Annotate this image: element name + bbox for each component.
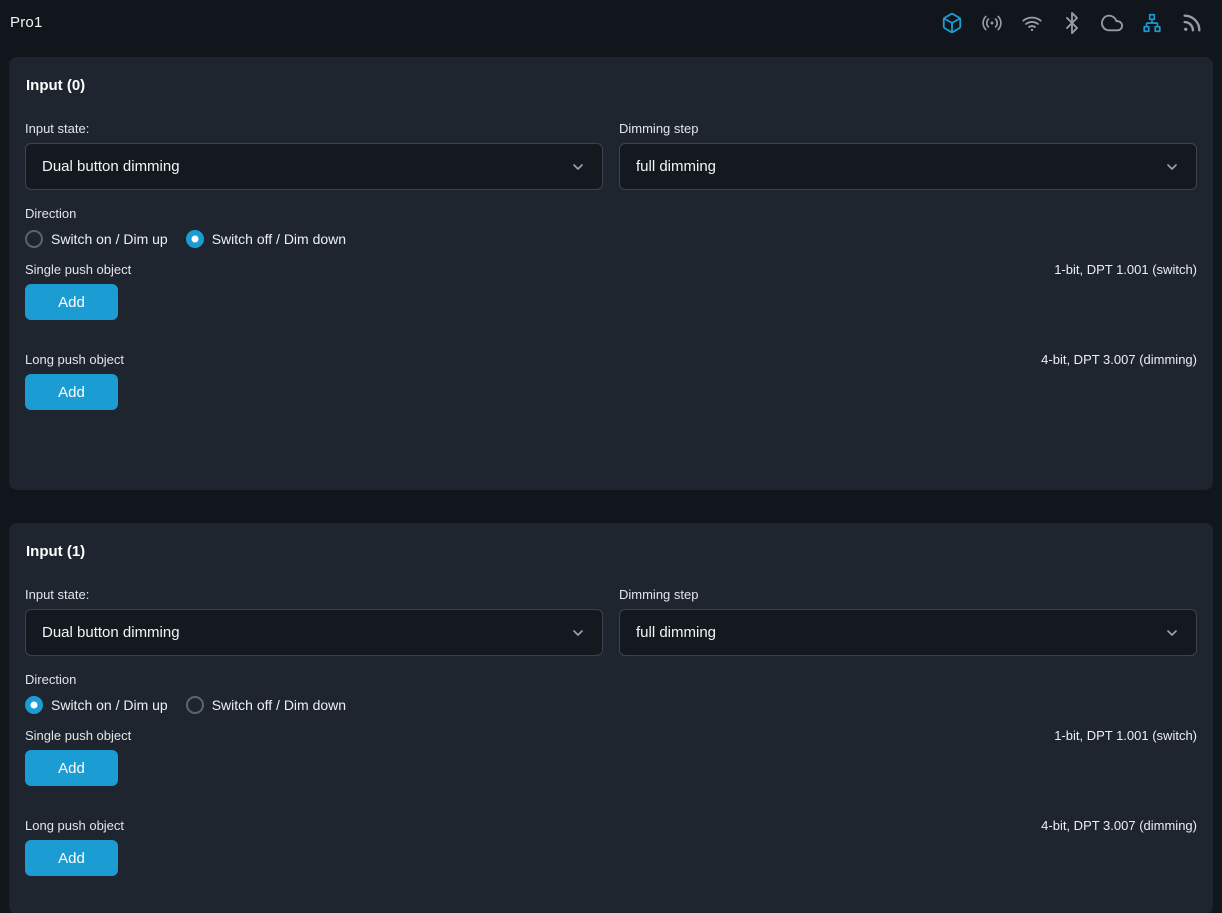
long-push-add-button[interactable]: Add xyxy=(25,840,118,876)
chevron-down-icon xyxy=(570,159,586,175)
input-state-select[interactable]: Dual button dimming xyxy=(25,143,603,190)
status-icon-bar xyxy=(940,11,1204,35)
single-push-label: Single push object xyxy=(25,728,131,743)
chevron-down-icon xyxy=(1164,159,1180,175)
input-state-value: Dual button dimming xyxy=(42,158,180,175)
device-title: Pro1 xyxy=(10,14,43,31)
long-push-dpt: 4-bit, DPT 3.007 (dimming) xyxy=(1041,352,1197,367)
long-push-label: Long push object xyxy=(25,352,124,367)
cloud-icon[interactable] xyxy=(1100,11,1124,35)
input-1-panel: Input (1) Input state: Dual button dimmi… xyxy=(9,523,1213,913)
cube-icon[interactable] xyxy=(940,11,964,35)
single-push-add-button[interactable]: Add xyxy=(25,750,118,786)
radio-indicator xyxy=(25,230,43,248)
direction-group: Direction Switch on / Dim up Switch off … xyxy=(25,672,1197,714)
radio-switch-on-dim-up[interactable]: Switch on / Dim up xyxy=(25,230,168,248)
dimming-step-select[interactable]: full dimming xyxy=(619,143,1197,190)
single-push-add-button[interactable]: Add xyxy=(25,284,118,320)
chevron-down-icon xyxy=(1164,625,1180,641)
input-state-value: Dual button dimming xyxy=(42,624,180,641)
lan-icon[interactable] xyxy=(1140,11,1164,35)
dimming-step-value: full dimming xyxy=(636,158,716,175)
radio-label: Switch off / Dim down xyxy=(212,697,346,713)
direction-radio-row: Switch on / Dim up Switch off / Dim down xyxy=(25,230,1197,248)
radio-indicator xyxy=(186,230,204,248)
radio-label: Switch on / Dim up xyxy=(51,231,168,247)
single-push-row: Single push object 1-bit, DPT 1.001 (swi… xyxy=(25,728,1197,743)
top-bar: Pro1 xyxy=(0,0,1222,45)
input-state-field: Input state: Dual button dimming xyxy=(25,121,603,190)
radio-switch-on-dim-up[interactable]: Switch on / Dim up xyxy=(25,696,168,714)
radio-label: Switch on / Dim up xyxy=(51,697,168,713)
radio-indicator xyxy=(25,696,43,714)
wifi-icon[interactable] xyxy=(1020,11,1044,35)
input-state-select[interactable]: Dual button dimming xyxy=(25,609,603,656)
chevron-down-icon xyxy=(570,625,586,641)
dimming-step-value: full dimming xyxy=(636,624,716,641)
long-push-add-button[interactable]: Add xyxy=(25,374,118,410)
long-push-dpt: 4-bit, DPT 3.007 (dimming) xyxy=(1041,818,1197,833)
input-state-field: Input state: Dual button dimming xyxy=(25,587,603,656)
dimming-step-select[interactable]: full dimming xyxy=(619,609,1197,656)
dimming-step-field: Dimming step full dimming xyxy=(619,121,1197,190)
radio-label: Switch off / Dim down xyxy=(212,231,346,247)
panel-title: Input (0) xyxy=(26,77,1197,94)
radio-switch-off-dim-down[interactable]: Switch off / Dim down xyxy=(186,230,346,248)
long-push-label: Long push object xyxy=(25,818,124,833)
broadcast-icon[interactable] xyxy=(980,11,1004,35)
input-0-panel: Input (0) Input state: Dual button dimmi… xyxy=(9,57,1213,490)
dimming-step-field: Dimming step full dimming xyxy=(619,587,1197,656)
radio-switch-off-dim-down[interactable]: Switch off / Dim down xyxy=(186,696,346,714)
dimming-step-label: Dimming step xyxy=(619,121,1197,136)
direction-radio-row: Switch on / Dim up Switch off / Dim down xyxy=(25,696,1197,714)
panel-title: Input (1) xyxy=(26,543,1197,560)
rss-icon[interactable] xyxy=(1180,11,1204,35)
single-push-row: Single push object 1-bit, DPT 1.001 (swi… xyxy=(25,262,1197,277)
direction-label: Direction xyxy=(25,206,1197,221)
dropdown-row: Input state: Dual button dimming Dimming… xyxy=(25,121,1197,190)
input-state-label: Input state: xyxy=(25,121,603,136)
dropdown-row: Input state: Dual button dimming Dimming… xyxy=(25,587,1197,656)
single-push-dpt: 1-bit, DPT 1.001 (switch) xyxy=(1054,262,1197,277)
radio-indicator xyxy=(186,696,204,714)
input-state-label: Input state: xyxy=(25,587,603,602)
dimming-step-label: Dimming step xyxy=(619,587,1197,602)
direction-group: Direction Switch on / Dim up Switch off … xyxy=(25,206,1197,248)
long-push-row: Long push object 4-bit, DPT 3.007 (dimmi… xyxy=(25,818,1197,833)
long-push-row: Long push object 4-bit, DPT 3.007 (dimmi… xyxy=(25,352,1197,367)
bluetooth-icon[interactable] xyxy=(1060,11,1084,35)
single-push-label: Single push object xyxy=(25,262,131,277)
single-push-dpt: 1-bit, DPT 1.001 (switch) xyxy=(1054,728,1197,743)
direction-label: Direction xyxy=(25,672,1197,687)
